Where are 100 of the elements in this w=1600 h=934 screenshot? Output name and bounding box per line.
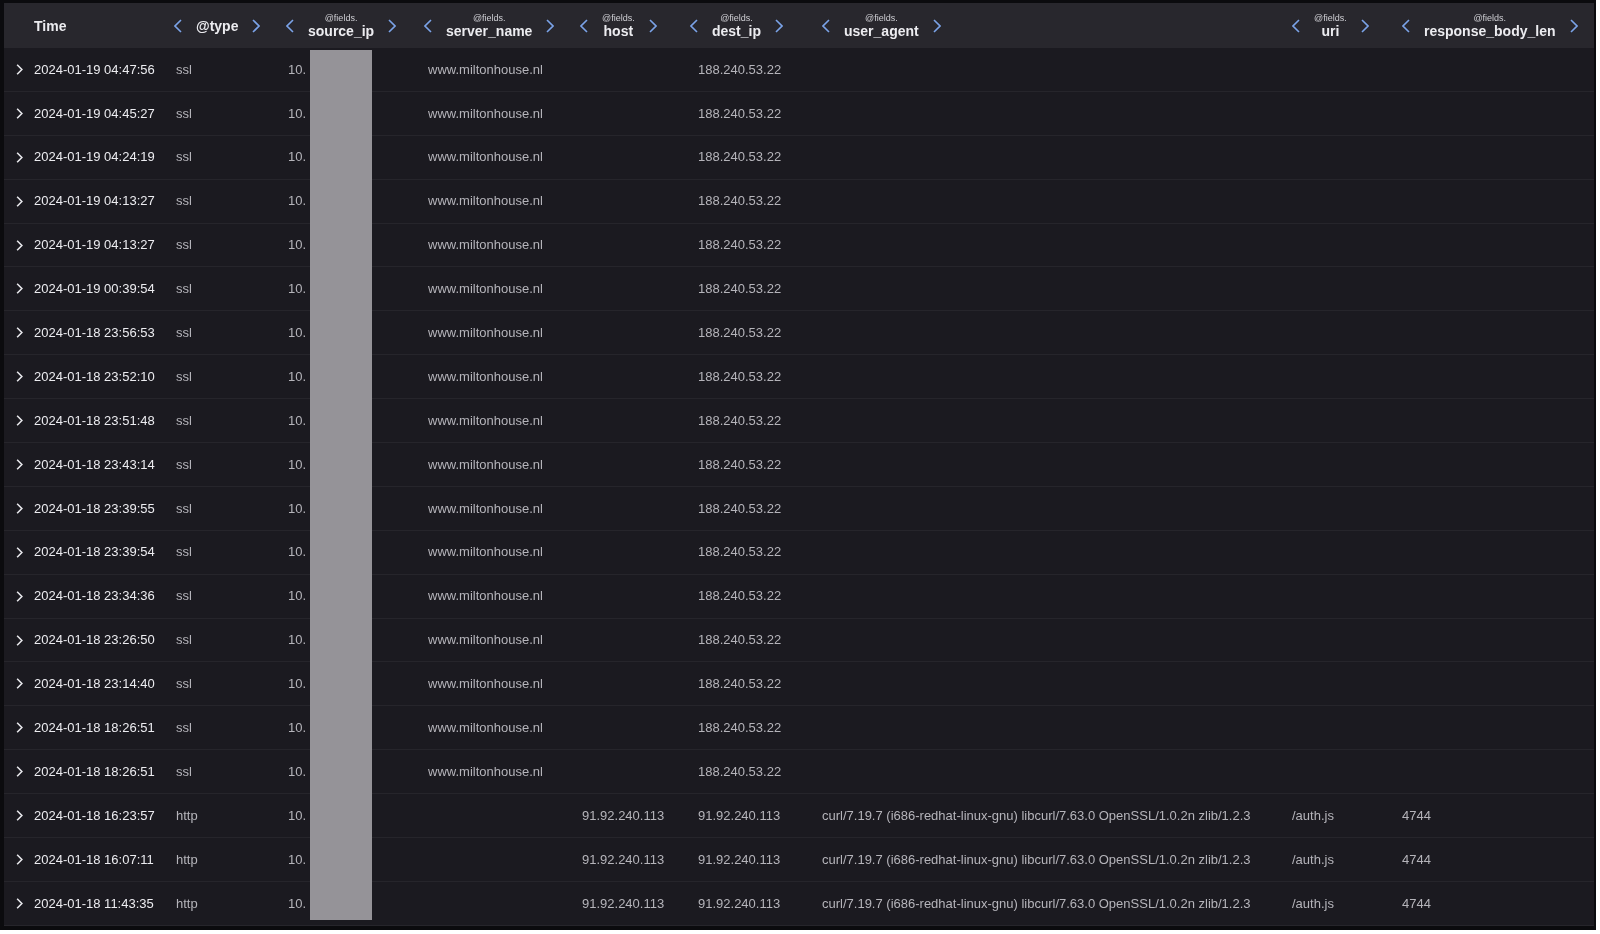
table-cell: 2024-01-18 23:56:53 bbox=[34, 325, 155, 341]
table-cell: 10. bbox=[288, 61, 307, 77]
expand-row-icon[interactable] bbox=[15, 151, 23, 163]
table-cell: ssl bbox=[176, 500, 192, 516]
table-cell: 2024-01-19 00:39:54 bbox=[34, 281, 155, 297]
table-cell: 188.240.53.22 bbox=[698, 281, 782, 297]
table-cell: 10. bbox=[288, 193, 307, 209]
table-cell: www.miltonhouse.nl bbox=[428, 61, 543, 77]
expand-row-icon[interactable] bbox=[15, 590, 23, 602]
column-header[interactable]: user_agent bbox=[844, 23, 919, 38]
table-cell: 2024-01-18 23:34:36 bbox=[34, 588, 155, 604]
chevron-left-icon[interactable] bbox=[424, 18, 432, 33]
table-cell: 188.240.53.22 bbox=[698, 368, 782, 384]
expand-row-icon[interactable] bbox=[15, 107, 23, 119]
table-cell: 188.240.53.22 bbox=[698, 632, 782, 648]
expand-row-icon[interactable] bbox=[15, 722, 23, 734]
table-cell: 10. bbox=[288, 895, 307, 911]
table-cell: /auth.js bbox=[1292, 895, 1334, 911]
table-cell: 10. bbox=[288, 281, 307, 297]
expand-row-icon[interactable] bbox=[15, 810, 23, 822]
column-prefix: @fields. bbox=[324, 13, 358, 23]
table-cell: ssl bbox=[176, 676, 192, 692]
table-cell: 10. bbox=[288, 237, 307, 253]
expand-row-icon[interactable] bbox=[15, 897, 23, 909]
column-header[interactable]: dest_ip bbox=[712, 23, 761, 38]
column-header[interactable]: Time bbox=[34, 18, 67, 33]
table-cell: 10. bbox=[288, 412, 307, 428]
column-prefix: @fields. bbox=[1473, 13, 1507, 23]
expand-row-icon[interactable] bbox=[15, 766, 23, 778]
chevron-left-icon[interactable] bbox=[1292, 18, 1300, 33]
table-cell: ssl bbox=[176, 193, 192, 209]
chevron-right-icon[interactable] bbox=[1569, 18, 1578, 33]
table-cell: 2024-01-18 23:39:55 bbox=[34, 500, 155, 516]
table-cell: www.miltonhouse.nl bbox=[428, 105, 543, 121]
table-cell: http bbox=[176, 851, 198, 867]
chevron-left-icon[interactable] bbox=[690, 18, 698, 33]
expand-row-icon[interactable] bbox=[15, 195, 23, 207]
table-cell: 2024-01-18 23:26:50 bbox=[34, 632, 155, 648]
expand-row-icon[interactable] bbox=[15, 283, 23, 295]
expand-row-icon[interactable] bbox=[15, 239, 23, 251]
table-cell: 188.240.53.22 bbox=[698, 544, 782, 560]
column-header[interactable]: host bbox=[603, 23, 634, 38]
column-header[interactable]: response_body_len bbox=[1424, 23, 1556, 38]
table-cell: ssl bbox=[176, 632, 192, 648]
expand-row-icon[interactable] bbox=[15, 678, 23, 690]
chevron-left-icon[interactable] bbox=[580, 18, 588, 33]
column-header[interactable]: @type bbox=[196, 18, 239, 33]
column-prefix: @fields. bbox=[472, 13, 506, 23]
table-cell: 2024-01-19 04:47:56 bbox=[34, 61, 155, 77]
table-cell: ssl bbox=[176, 456, 192, 472]
expand-row-icon[interactable] bbox=[15, 458, 23, 470]
table-cell: ssl bbox=[176, 325, 192, 341]
chevron-right-icon[interactable] bbox=[388, 18, 397, 33]
chevron-right-icon[interactable] bbox=[546, 18, 555, 33]
table-cell: 10. bbox=[288, 325, 307, 341]
chevron-right-icon[interactable] bbox=[648, 18, 657, 33]
table-cell: 188.240.53.22 bbox=[698, 412, 782, 428]
table-cell: 91.92.240.113 bbox=[582, 851, 665, 867]
expand-row-icon[interactable] bbox=[15, 853, 23, 865]
expand-row-icon[interactable] bbox=[15, 371, 23, 383]
table-cell: www.miltonhouse.nl bbox=[428, 676, 543, 692]
expand-row-icon[interactable] bbox=[15, 327, 23, 339]
table-cell: 2024-01-18 18:26:51 bbox=[34, 763, 155, 779]
expand-row-icon[interactable] bbox=[15, 63, 23, 75]
column-header[interactable]: uri bbox=[1321, 23, 1340, 38]
column-prefix: @fields. bbox=[602, 13, 635, 23]
table-cell: 10. bbox=[288, 676, 307, 692]
chevron-right-icon[interactable] bbox=[775, 18, 783, 33]
column-header[interactable]: server_name bbox=[446, 23, 533, 38]
table-cell: www.miltonhouse.nl bbox=[428, 544, 543, 560]
table-cell: 188.240.53.22 bbox=[698, 720, 782, 736]
table-cell: www.miltonhouse.nl bbox=[428, 237, 543, 253]
table-cell: 2024-01-18 23:14:40 bbox=[34, 676, 155, 692]
table-cell: www.miltonhouse.nl bbox=[428, 368, 543, 384]
table-cell: www.miltonhouse.nl bbox=[428, 456, 543, 472]
table-cell: 10. bbox=[288, 588, 307, 604]
table-cell: 2024-01-18 23:52:10 bbox=[34, 368, 155, 384]
table-cell: 2024-01-19 04:13:27 bbox=[34, 193, 155, 209]
chevron-right-icon[interactable] bbox=[1360, 18, 1369, 33]
chevron-left-icon[interactable] bbox=[286, 18, 294, 33]
table-cell: /auth.js bbox=[1292, 807, 1334, 823]
expand-row-icon[interactable] bbox=[15, 634, 23, 646]
chevron-left-icon[interactable] bbox=[1402, 18, 1410, 33]
table-cell: curl/7.19.7 (i686-redhat-linux-gnu) libcurl/7.63.0 OpenSSL/1.0.2n zlib/1.2.3 bbox=[822, 851, 1251, 867]
table-cell: 188.240.53.22 bbox=[698, 149, 782, 165]
table-cell: 2024-01-19 04:45:27 bbox=[34, 105, 155, 121]
column-header[interactable]: source_ip bbox=[308, 23, 375, 38]
table-cell: 10. bbox=[288, 807, 307, 823]
table-cell: ssl bbox=[176, 61, 192, 77]
column-prefix: @fields. bbox=[1314, 13, 1347, 23]
chevron-right-icon[interactable] bbox=[252, 18, 261, 33]
table-cell: 10. bbox=[288, 368, 307, 384]
chevron-right-icon[interactable] bbox=[932, 18, 941, 33]
expand-row-icon[interactable] bbox=[15, 546, 23, 558]
table-cell: ssl bbox=[176, 720, 192, 736]
chevron-left-icon[interactable] bbox=[174, 18, 182, 33]
expand-row-icon[interactable] bbox=[15, 415, 23, 427]
table-cell: 10. bbox=[288, 632, 307, 648]
chevron-left-icon[interactable] bbox=[822, 18, 830, 33]
expand-row-icon[interactable] bbox=[15, 502, 23, 514]
